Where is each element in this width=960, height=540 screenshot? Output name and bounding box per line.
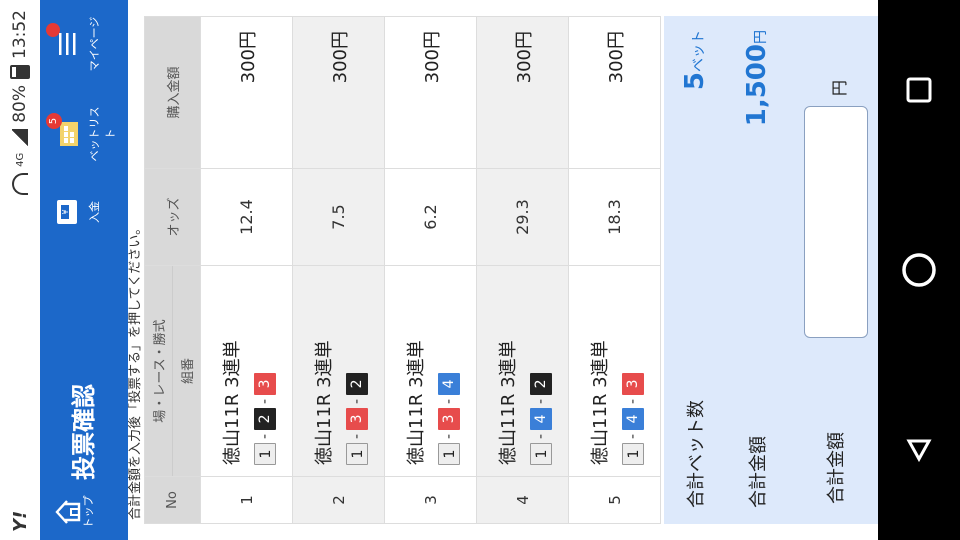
deposit-label: 入金	[88, 201, 101, 223]
wifi-icon	[12, 172, 28, 195]
race-name: 徳山11R 3連単	[589, 340, 611, 465]
back-button[interactable]	[899, 430, 939, 470]
race-name: 徳山11R 3連単	[497, 340, 519, 465]
odds-value: 6.2	[384, 168, 477, 266]
table-row: 3 徳山11R 3連単 1- 3- 4 6.2 300円	[384, 16, 477, 524]
row-no: 2	[292, 476, 385, 524]
row-no: 1	[200, 476, 293, 524]
boat-4: 4	[437, 372, 460, 395]
amount-value: 300円	[384, 16, 477, 169]
odds-value: 29.3	[476, 168, 569, 266]
bet-count-unit: ベット	[691, 30, 707, 72]
header-race-label: 場・レース・勝式	[145, 266, 173, 476]
home-button[interactable]: トップ	[48, 490, 120, 534]
total-label: 合計金額	[748, 436, 769, 508]
network-type: 4G	[14, 152, 26, 167]
boat-2: 2	[529, 372, 552, 395]
race-name: 徳山11R 3連単	[313, 340, 335, 465]
boat-3: 3	[253, 372, 276, 395]
amount-value: 300円	[476, 16, 569, 169]
status-bar: Y! 4G 80% 13:52	[0, 0, 40, 540]
home-nav-button[interactable]	[899, 250, 939, 290]
boat-2: 2	[253, 407, 276, 430]
combination: 1- 4- 2	[529, 267, 552, 465]
atm-icon: ¥	[52, 197, 82, 227]
total-row: 合計金額 1,500円	[726, 16, 788, 524]
app-header: トップ 投票確認 ¥ 入金 5 ベットリスト マイページ	[40, 0, 128, 540]
summary-panel: 合計ベット数 5ベット 合計金額 1,500円	[664, 16, 788, 524]
table-row: 1 徳山11R 3連単 1- 2- 3 12.4 300円	[200, 16, 293, 524]
amount-value: 300円	[200, 16, 293, 169]
svg-text:¥: ¥	[61, 209, 70, 214]
home-icon	[54, 498, 81, 526]
page-title: 投票確認	[70, 384, 98, 480]
table-row: 5 徳山11R 3連単 1- 4- 3 18.3 300円	[568, 16, 661, 524]
boat-4: 4	[621, 407, 644, 430]
boat-3: 3	[345, 407, 368, 430]
notice-text: 合計金額を入力後「投票する」を押してください。	[128, 221, 143, 520]
combination: 1- 2- 3	[253, 267, 276, 465]
row-no: 5	[568, 476, 661, 524]
header-race: 場・レース・勝式 組番	[144, 265, 201, 477]
header-no: No	[144, 476, 201, 524]
odds-value: 18.3	[568, 168, 661, 266]
deposit-button[interactable]: ¥ 入金	[48, 184, 102, 240]
battery-icon	[10, 65, 30, 79]
amount-input-unit: 円	[830, 79, 849, 96]
battery-percent: 80%	[10, 85, 30, 123]
home-label: トップ	[82, 495, 95, 529]
bet-table: No 場・レース・勝式 組番 オッズ 購入金額 1 徳山11R 3連単 1- 2…	[144, 16, 661, 524]
back-icon	[906, 439, 932, 463]
boat-1: 1	[621, 443, 644, 465]
square-recents-icon	[906, 77, 932, 103]
race-name: 徳山11R 3連単	[405, 340, 427, 465]
row-no: 4	[476, 476, 569, 524]
boat-2: 2	[345, 372, 368, 395]
amount-input[interactable]	[804, 106, 868, 338]
combination: 1- 3- 4	[437, 267, 460, 465]
odds-value: 12.4	[200, 168, 293, 266]
header-combo-label: 組番	[181, 358, 196, 385]
boat-3: 3	[437, 407, 460, 430]
bet-count-label: 合計ベット数	[686, 400, 707, 508]
betlist-button[interactable]: 5 ベットリスト	[46, 106, 118, 162]
boat-1: 1	[345, 443, 368, 465]
boat-1: 1	[529, 443, 552, 465]
total-value: 1,500	[742, 44, 772, 127]
menu-icon	[46, 23, 82, 59]
boat-3: 3	[621, 372, 644, 395]
android-nav-bar	[878, 0, 960, 540]
header-amount: 購入金額	[144, 16, 201, 169]
betlist-icon: 5	[46, 113, 82, 149]
header-odds: オッズ	[144, 168, 201, 266]
circle-home-icon	[902, 253, 936, 287]
amount-input-area: 合計金額 円	[788, 16, 878, 524]
recents-button[interactable]	[899, 70, 939, 110]
row-no: 3	[384, 476, 477, 524]
signal-icon	[12, 128, 28, 147]
boat-1: 1	[253, 443, 276, 465]
combination: 1- 4- 3	[621, 267, 644, 465]
mypage-badge	[46, 23, 60, 37]
table-row: 2 徳山11R 3連単 1- 3- 2 7.5 300円	[292, 16, 385, 524]
boat-1: 1	[437, 443, 460, 465]
mypage-label: マイページ	[88, 16, 101, 72]
betlist-badge: 5	[46, 113, 62, 129]
app-screen: Y! 4G 80% 13:52 トップ 投票確認 ¥ 入金 5 ベットリスト マ…	[0, 0, 960, 540]
bet-count-value: 5	[680, 72, 710, 91]
bet-count-row: 合計ベット数 5ベット	[664, 16, 726, 524]
table-row: 4 徳山11R 3連単 1- 4- 2 29.3 300円	[476, 16, 569, 524]
amount-value: 300円	[292, 16, 385, 169]
betlist-label: ベットリスト	[88, 106, 117, 162]
amount-value: 300円	[568, 16, 661, 169]
carrier-logo: Y!	[9, 510, 31, 532]
race-name: 徳山11R 3連単	[221, 340, 243, 465]
combination: 1- 3- 2	[345, 267, 368, 465]
amount-input-label: 合計金額	[826, 432, 847, 504]
total-unit: 円	[753, 30, 769, 44]
boat-4: 4	[529, 407, 552, 430]
mypage-button[interactable]: マイページ	[46, 16, 102, 72]
odds-value: 7.5	[292, 168, 385, 266]
clock: 13:52	[10, 10, 30, 59]
